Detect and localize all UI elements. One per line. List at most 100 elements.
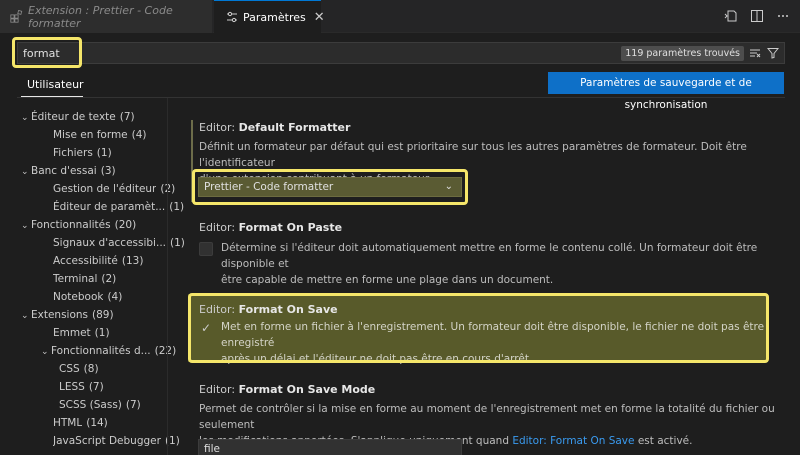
toc-item[interactable]: ⌄ Banc d'essai (3) xyxy=(0,162,168,180)
toc-item-count: (1) xyxy=(94,327,110,339)
format-on-save-highlight-frame xyxy=(188,293,769,363)
toc-item[interactable]: Mise en forme (4) xyxy=(0,126,168,144)
toc-item-label: Fonctionnalités xyxy=(31,219,111,231)
tab-label: Extension : Prettier - Code formatter xyxy=(28,3,173,30)
search-highlight-frame xyxy=(12,37,82,68)
tab-user-scope[interactable]: Utilisateur xyxy=(27,78,84,91)
settings-search-box: 119 paramètres trouvés xyxy=(17,42,785,64)
tab-label: Paramètres xyxy=(243,10,306,24)
toc-item[interactable]: Gestion de l'éditeur(2) xyxy=(0,180,175,198)
toc-item-count: (8) xyxy=(83,363,99,375)
toc-item[interactable]: Emmet (1) xyxy=(0,324,168,342)
toc-item-label: Emmet xyxy=(53,327,91,339)
toc-item-count: (89) xyxy=(92,309,114,321)
toc-item-count: (1) xyxy=(96,147,112,159)
toc-item[interactable]: ⌄ Fonctionnalités (20) xyxy=(0,216,168,234)
toc-item-count: (1) xyxy=(170,237,185,249)
toc-item-label: Fichiers xyxy=(53,147,93,159)
chevron-down-icon: ⌄ xyxy=(41,347,49,357)
toc-item-count: (13) xyxy=(121,255,144,267)
toc-item-label: HTML xyxy=(53,417,83,429)
toc-item[interactable]: JavaScript Debugger (1) xyxy=(0,432,180,450)
toc-item-count: (3) xyxy=(100,165,116,177)
toc-item-count: (7) xyxy=(88,381,104,393)
setting-name: Format On Paste xyxy=(238,221,343,234)
toc-item-count: (2) xyxy=(101,273,117,285)
tab-bar: Extension : Prettier - Code formatter Pa… xyxy=(0,0,800,33)
toc-item-count: (7) xyxy=(119,111,135,123)
toc-item-count: (1) xyxy=(169,201,185,213)
toc-item-count: (4) xyxy=(131,129,147,141)
toc-item-label: Terminal xyxy=(53,273,98,285)
toc-item[interactable]: ⌄ Éditeur de texte (7) xyxy=(0,108,168,126)
split-editor-icon[interactable] xyxy=(750,9,764,23)
setting-description: Détermine si l'éditeur doit automatiquem… xyxy=(221,240,781,288)
toc-item-label: Éditeur de paramèt... xyxy=(53,201,166,213)
formatter-highlight-frame xyxy=(192,169,468,205)
setting-name: Default Formatter xyxy=(238,121,351,134)
tab-settings[interactable]: Paramètres ✕ xyxy=(214,0,325,33)
settings-icon xyxy=(226,10,238,24)
toc-item-label: Banc d'essai xyxy=(31,165,97,177)
filter-icon[interactable] xyxy=(766,46,780,60)
toc-item[interactable]: Éditeur de paramèt... (1) xyxy=(0,198,184,216)
toc-item-label: SCSS (Sass) xyxy=(59,399,122,411)
toc-item[interactable]: HTML (14) xyxy=(0,414,168,432)
setting-format-on-paste: Editor: Format On Paste xyxy=(199,220,779,236)
chevron-down-icon: ⌄ xyxy=(21,221,29,231)
desc-line: Permet de contrôler si la mise en forme … xyxy=(199,403,775,431)
toc-item[interactable]: LESS (7) xyxy=(0,378,168,396)
select-value: file xyxy=(204,443,220,455)
toc-item-label: Mise en forme xyxy=(53,129,128,141)
toc-item-count: (20) xyxy=(114,219,137,231)
desc-line: être capable de mettre en forme une plag… xyxy=(221,274,554,286)
format-on-save-mode-select[interactable]: file xyxy=(198,439,462,455)
desc-text: est activé. xyxy=(637,435,693,447)
setting-name: Format On Save Mode xyxy=(238,383,376,396)
toc-item[interactable]: Accessibilité (13) xyxy=(0,252,168,270)
setting-title: Editor: Default Formatter xyxy=(199,120,779,136)
toc-item[interactable]: ⌄ Fonctionnalités d... (22) xyxy=(0,342,176,360)
toc-item-label: CSS xyxy=(59,363,80,375)
toc-item-label: Notebook xyxy=(53,291,104,303)
editor-actions xyxy=(724,9,790,23)
toc-item-label: JavaScript Debugger xyxy=(53,435,161,447)
toc-item-label: Extensions xyxy=(31,309,89,321)
toc-item-count: (22) xyxy=(154,345,177,357)
desc-line: Définit un formateur par défaut qui est … xyxy=(199,141,747,169)
open-settings-json-icon[interactable] xyxy=(724,9,738,23)
chevron-down-icon: ⌄ xyxy=(21,167,29,177)
setting-category: Editor: xyxy=(199,221,236,234)
toc-item[interactable]: SCSS (Sass) (7) xyxy=(0,396,168,414)
toc-item[interactable]: CSS (8) xyxy=(0,360,168,378)
results-count-badge: 119 paramètres trouvés xyxy=(621,46,744,61)
backup-sync-button[interactable]: Paramètres de sauvegarde et de synchroni… xyxy=(548,72,784,111)
toc-item[interactable]: Fichiers (1) xyxy=(0,144,168,162)
tab-extension-prettier[interactable]: Extension : Prettier - Code formatter xyxy=(0,0,213,33)
toc-item[interactable]: Terminal (2) xyxy=(0,270,168,288)
toc-item[interactable]: ⌄ Extensions (89) xyxy=(0,306,168,324)
setting-title: Editor: Format On Paste xyxy=(199,220,779,236)
setting-category: Editor: xyxy=(199,383,236,396)
toc-sash[interactable] xyxy=(167,98,168,455)
toc-item-count: (4) xyxy=(107,291,123,303)
search-input[interactable] xyxy=(23,45,523,61)
extensions-icon xyxy=(10,10,23,24)
chevron-down-icon: ⌄ xyxy=(21,311,29,321)
more-actions-icon[interactable] xyxy=(776,9,790,23)
format-on-save-link[interactable]: Editor: Format On Save xyxy=(512,435,634,447)
toc-item-label: Accessibilité xyxy=(53,255,118,267)
setting-title: Editor: Format On Save Mode xyxy=(199,382,779,398)
toc-item-label: Éditeur de texte xyxy=(31,111,116,123)
close-icon[interactable]: ✕ xyxy=(314,10,325,25)
format-on-paste-checkbox[interactable] xyxy=(199,242,213,256)
toc-item-label: Fonctionnalités d... xyxy=(51,345,151,357)
toc-item-label: Gestion de l'éditeur xyxy=(53,183,157,195)
clear-filter-icon[interactable] xyxy=(748,46,762,60)
toc-item[interactable]: Notebook (4) xyxy=(0,288,168,306)
toc-item-label: Signaux d'accessibi... xyxy=(53,237,166,249)
toc-item-count: (14) xyxy=(86,417,108,429)
setting-category: Editor: xyxy=(199,121,236,134)
toc-item-label: LESS xyxy=(59,381,85,393)
toc-item[interactable]: Signaux d'accessibi... (1) xyxy=(0,234,185,252)
